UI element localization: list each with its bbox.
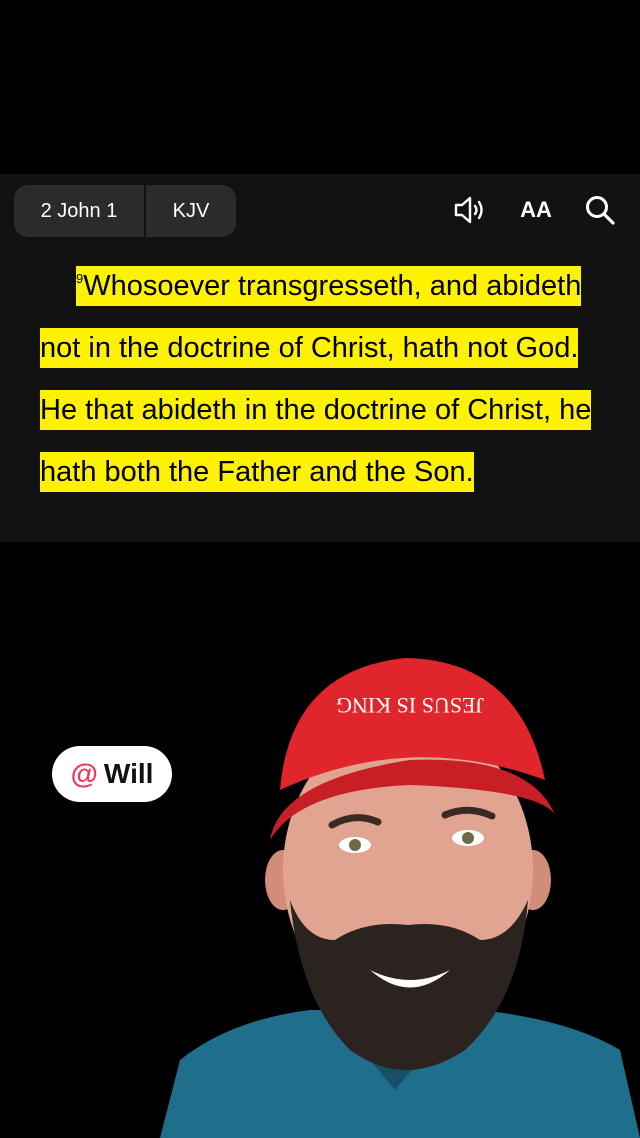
- creator-video: JESUS IS KING: [150, 640, 640, 1138]
- reader-toolbar: 2 John 1 KJV AA: [0, 174, 640, 246]
- at-icon: @: [70, 758, 98, 789]
- font-size-label: AA: [520, 197, 552, 222]
- reference-selector: 2 John 1 KJV: [14, 185, 236, 237]
- cap-text: JESUS IS KING: [336, 693, 484, 718]
- mention-name: Will: [103, 758, 154, 789]
- book-chapter-button[interactable]: 2 John 1: [14, 185, 146, 237]
- verse-text[interactable]: 9Whosoever transgresseth, and abideth no…: [40, 248, 600, 503]
- version-button[interactable]: KJV: [146, 185, 236, 237]
- font-size-icon[interactable]: AA: [514, 192, 558, 228]
- search-icon[interactable]: [582, 192, 618, 228]
- speaker-icon[interactable]: [452, 192, 488, 228]
- verse-body: Whosoever transgresseth, and abideth not…: [40, 270, 592, 488]
- verse-panel: 9Whosoever transgresseth, and abideth no…: [0, 246, 640, 542]
